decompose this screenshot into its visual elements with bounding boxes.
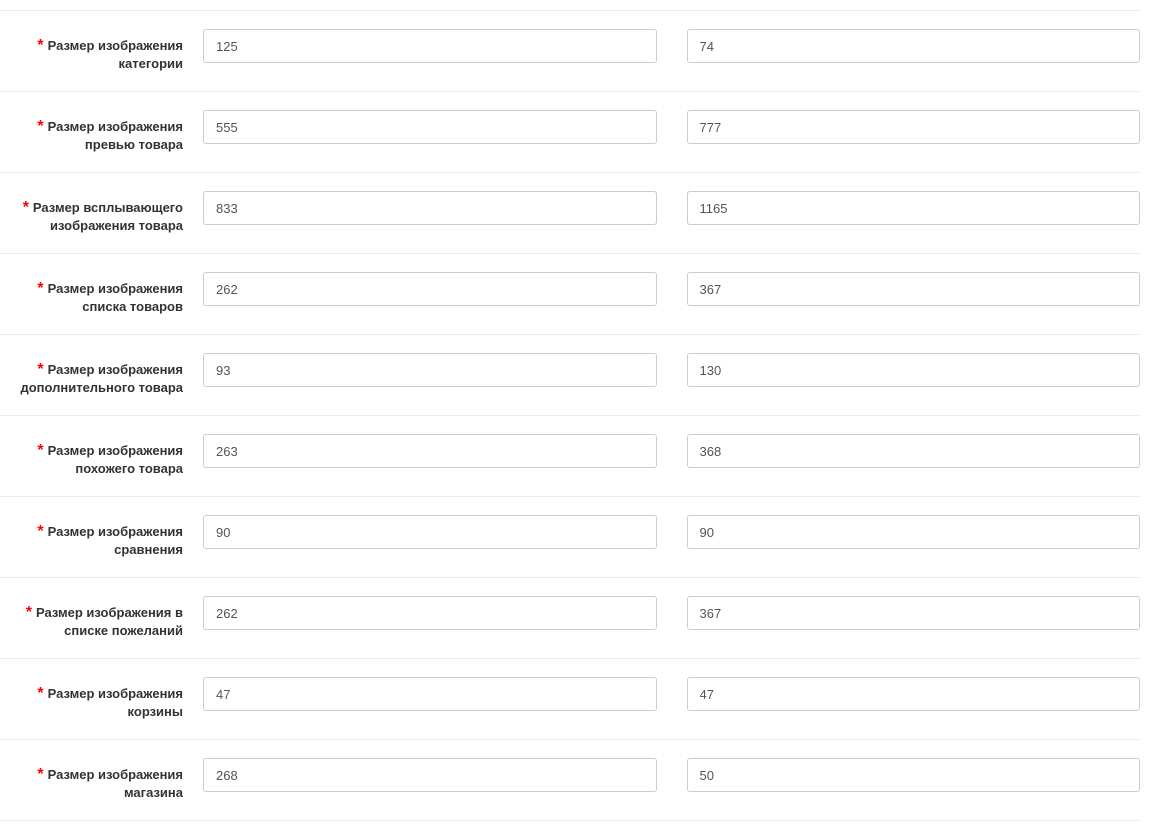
field-label-wrapper: * Размер изображения магазина: [0, 758, 193, 802]
image-settings-form: *Размер изображения категории *Размер из…: [0, 10, 1140, 821]
form-row-compare-image-size: * Размер изображения сравнения: [0, 497, 1140, 578]
field-label-wrapper: * Размер изображения похожего товара: [0, 434, 193, 478]
field-label-wrapper: * Размер изображения категории: [0, 29, 193, 73]
field-label-wrapper: * Размер изображения сравнения: [0, 515, 193, 559]
required-indicator: *: [37, 442, 43, 459]
field-inputs: [193, 272, 1140, 306]
field-label-wrapper: *Размер всплывающего изображения товара: [0, 191, 193, 235]
field-label-wrapper: *Размер изображения в списке пожеланий: [0, 596, 193, 640]
field-inputs: [193, 110, 1140, 144]
compare-image-size-height-input[interactable]: [687, 515, 1141, 549]
additional-product-image-size-height-input[interactable]: [687, 353, 1141, 387]
required-indicator: *: [23, 199, 29, 216]
store-image-size-height-input[interactable]: [687, 758, 1141, 792]
field-inputs: [193, 434, 1140, 468]
required-indicator: *: [37, 37, 43, 54]
product-preview-image-size-height-input[interactable]: [687, 110, 1141, 144]
form-row-product-preview-image-size: * Размер изображения превью товара: [0, 92, 1140, 173]
required-indicator: *: [37, 361, 43, 378]
store-image-size-width-input[interactable]: [203, 758, 657, 792]
wishlist-image-size-width-input[interactable]: [203, 596, 657, 630]
field-label: Размер изображения сравнения: [48, 524, 183, 557]
form-row-store-image-size: * Размер изображения магазина: [0, 740, 1140, 821]
field-inputs: [193, 677, 1140, 711]
field-label: Размер изображения списка товаров: [48, 281, 183, 314]
form-row-wishlist-image-size: *Размер изображения в списке пожеланий: [0, 578, 1140, 659]
field-label: Размер всплывающего изображения товара: [33, 200, 183, 233]
form-row-additional-product-image-size: *Размер изображения дополнительного това…: [0, 335, 1140, 416]
form-row-product-list-image-size: * Размер изображения списка товаров: [0, 254, 1140, 335]
form-row-category-image-size: * Размер изображения категории: [0, 10, 1140, 92]
product-list-image-size-height-input[interactable]: [687, 272, 1141, 306]
required-indicator: *: [37, 685, 43, 702]
form-row-cart-image-size: * Размер изображения корзины: [0, 659, 1140, 740]
product-preview-image-size-width-input[interactable]: [203, 110, 657, 144]
related-product-image-size-height-input[interactable]: [687, 434, 1141, 468]
field-inputs: [193, 29, 1140, 63]
field-label: Размер изображения корзины: [48, 686, 183, 719]
field-label-wrapper: * Размер изображения корзины: [0, 677, 193, 721]
field-label: Размер изображения превью товара: [48, 119, 183, 152]
field-inputs: [193, 191, 1140, 225]
field-inputs: [193, 353, 1140, 387]
field-label: Размер изображения дополнительного товар…: [20, 362, 183, 395]
related-product-image-size-width-input[interactable]: [203, 434, 657, 468]
wishlist-image-size-height-input[interactable]: [687, 596, 1141, 630]
required-indicator: *: [37, 523, 43, 540]
category-image-size-height-input[interactable]: [687, 29, 1141, 63]
category-image-size-width-input[interactable]: [203, 29, 657, 63]
field-label-wrapper: *Размер изображения дополнительного това…: [0, 353, 193, 397]
required-indicator: *: [37, 766, 43, 783]
form-row-product-popup-image-size: *Размер всплывающего изображения товара: [0, 173, 1140, 254]
additional-product-image-size-width-input[interactable]: [203, 353, 657, 387]
compare-image-size-width-input[interactable]: [203, 515, 657, 549]
field-label-wrapper: * Размер изображения превью товара: [0, 110, 193, 154]
required-indicator: *: [37, 118, 43, 135]
cart-image-size-height-input[interactable]: [687, 677, 1141, 711]
field-inputs: [193, 596, 1140, 630]
form-row-related-product-image-size: * Размер изображения похожего товара: [0, 416, 1140, 497]
field-label: Размер изображения похожего товара: [48, 443, 183, 476]
required-indicator: *: [26, 604, 32, 621]
field-label: Размер изображения магазина: [48, 767, 183, 800]
field-label-wrapper: * Размер изображения списка товаров: [0, 272, 193, 316]
product-popup-image-size-height-input[interactable]: [687, 191, 1141, 225]
required-indicator: *: [37, 280, 43, 297]
product-list-image-size-width-input[interactable]: [203, 272, 657, 306]
cart-image-size-width-input[interactable]: [203, 677, 657, 711]
field-label: Размер изображения в списке пожеланий: [36, 605, 183, 638]
product-popup-image-size-width-input[interactable]: [203, 191, 657, 225]
field-label: Размер изображения категории: [48, 38, 183, 71]
field-inputs: [193, 758, 1140, 792]
field-inputs: [193, 515, 1140, 549]
